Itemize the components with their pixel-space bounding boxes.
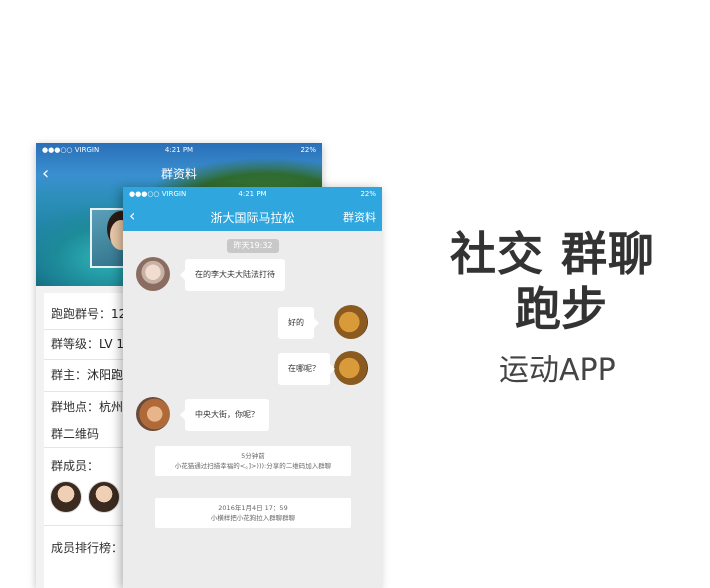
battery-label: 22% [360, 190, 376, 198]
group-location-label: 群地点： [51, 400, 100, 414]
member-avatar[interactable] [88, 481, 120, 513]
cat-avatar[interactable] [136, 397, 170, 431]
clock-label: 4:21 PM [238, 190, 267, 198]
promo-subtitle: 运动APP [499, 353, 616, 388]
message-bubble[interactable]: 中央大街，你呢？ [180, 399, 269, 431]
member-avatar[interactable] [50, 481, 82, 513]
message-bubble[interactable]: 在的李大夫大陆法打待 [180, 259, 285, 291]
group-chat-screen: ●●●○○ VIRGIN 4:21 PM 22% ‹ 浙大国际马拉松 群资料 昨… [123, 187, 382, 588]
message-bubble[interactable]: 好的 [278, 307, 319, 339]
group-location-value: 杭州 [99, 400, 124, 414]
group-owner-value: 沐阳跑 [87, 368, 124, 382]
page-title: 群资料 [160, 167, 197, 181]
group-id-row: 跑跑群号：12 [51, 305, 126, 322]
status-bar: ●●●○○ VIRGIN 4:21 PM 22% [123, 187, 382, 201]
group-level-row: 群等级：LV 1 [51, 335, 124, 352]
system-notice: 5分钟前 小花猫通过扫描幸福的<。]>))):分享的二维码加入群聊 [155, 446, 351, 476]
system-notice-text: 小横样把小花狗拉入群聊群聊 [210, 514, 296, 522]
chat-header: ●●●○○ VIRGIN 4:21 PM 22% ‹ 浙大国际马拉松 群资料 [123, 187, 382, 231]
group-members-row[interactable]: 群成员： [51, 457, 99, 474]
clock-label: 4:21 PM [164, 146, 194, 154]
system-notice-time: 2016年1月4日 17：59 [218, 504, 288, 512]
group-level-label: 群等级： [51, 337, 100, 351]
group-id-label: 跑跑群号： [51, 307, 112, 321]
group-members-label: 群成员： [51, 459, 100, 473]
system-notice-text: 小花猫通过扫描幸福的<。]>))):分享的二维码加入群聊 [174, 462, 332, 470]
dog-avatar[interactable] [334, 305, 368, 339]
group-owner-row[interactable]: 群主：沐阳跑 [51, 366, 123, 383]
member-ranking-row[interactable]: 成员排行榜： [51, 539, 123, 556]
promo-headline-second: 跑步 [515, 282, 607, 336]
group-info-button[interactable]: 群资料 [343, 209, 376, 225]
time-divider: 昨天19:32 [227, 239, 279, 253]
girl-avatar[interactable] [136, 257, 170, 291]
message-bubble[interactable]: 在哪呢？ [278, 353, 335, 385]
battery-label: 22% [300, 146, 316, 154]
dog-avatar[interactable] [334, 351, 368, 385]
group-location-row: 群地点：杭州 [51, 398, 123, 415]
system-notice-time: 5分钟前 [241, 452, 265, 460]
system-notice: 2016年1月4日 17：59 小横样把小花狗拉入群聊群聊 [155, 498, 351, 528]
group-owner-label: 群主： [51, 368, 88, 382]
status-bar: ●●●○○ VIRGIN 4:21 PM 22% [36, 143, 322, 157]
group-qrcode-label: 群二维码 [51, 427, 100, 441]
member-ranking-label: 成员排行榜： [51, 541, 124, 555]
group-qrcode-row[interactable]: 群二维码 [51, 425, 99, 442]
group-level-value: LV 1 [99, 337, 125, 351]
